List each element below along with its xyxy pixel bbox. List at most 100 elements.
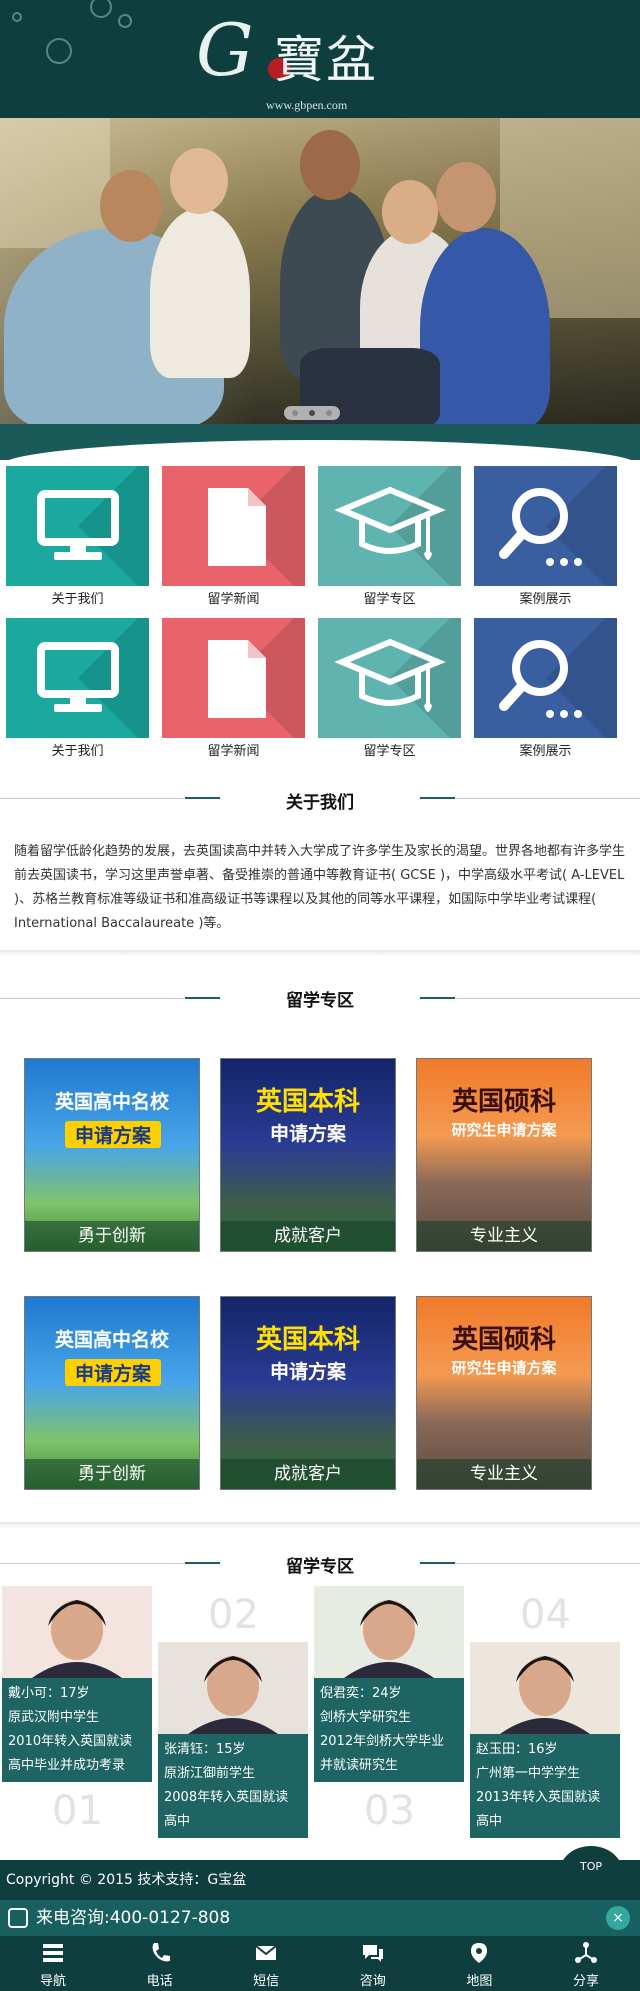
call-bar[interactable]: 来电咨询:400-0127-808 ×: [0, 1900, 640, 1936]
map-pin-icon: [467, 1941, 491, 1965]
phone-icon: [148, 1941, 172, 1965]
tile-label[interactable]: 留学新闻: [162, 740, 305, 759]
site-logo[interactable]: G 寶盆 www.gbpen.com: [196, 8, 416, 114]
student-card[interactable]: 戴小可：17岁 原武汉附中学生 2010年转入英国就读 高中毕业并成功考录: [2, 1586, 152, 1792]
nav-item-label: 导航: [39, 1974, 66, 1989]
program-card[interactable]: 英国硕科 研究生申请方案 专业主义: [416, 1058, 592, 1252]
program-card[interactable]: 英国硕科 研究生申请方案 专业主义: [416, 1296, 592, 1490]
tile-document[interactable]: [162, 618, 305, 738]
banner-building: [0, 118, 110, 248]
tile-label[interactable]: 案例展示: [474, 588, 617, 607]
nav-item-menu[interactable]: 导航: [0, 1936, 106, 1991]
page: G 寶盆 www.gbpen.com 关于我们 留学新闻 留学专区 案例展示 关于我们留…: [0, 0, 640, 1991]
student-info-line: 赵玉田：16岁: [476, 1742, 558, 1757]
hero-banner[interactable]: [0, 118, 640, 430]
banner-person: [150, 208, 250, 378]
tile-label[interactable]: 留学专区: [318, 588, 461, 607]
tile-search[interactable]: [474, 618, 617, 738]
nav-item-label: 地图: [466, 1974, 493, 1989]
student-info: 张清钰：15岁 原浙江御前学生 2008年转入英国就读 高中: [158, 1734, 308, 1838]
tile-label[interactable]: 案例展示: [474, 740, 617, 759]
program-caption: 专业主义: [417, 1221, 591, 1251]
nav-item-map-pin[interactable]: 地图: [426, 1936, 532, 1991]
student-info-line: 原浙江御前学生: [164, 1766, 256, 1781]
program-banner-text: 英国本科: [255, 1087, 360, 1117]
student-info-line: 2012年剑桥大学毕业: [320, 1734, 445, 1749]
banner-person-head: [382, 180, 438, 244]
student-card[interactable]: 倪君奕：24岁 剑桥大学研究生 2012年剑桥大学毕业 并就读研究生: [314, 1586, 464, 1792]
student-photo: [158, 1642, 308, 1734]
close-icon[interactable]: ×: [606, 1906, 630, 1930]
logo-url: www.gbpen.com: [266, 98, 348, 112]
tile-monitor[interactable]: [6, 618, 149, 738]
tile-label[interactable]: 留学专区: [318, 740, 461, 759]
student-info-line: 高中: [476, 1814, 503, 1829]
slider-dot[interactable]: [326, 410, 332, 416]
program-card[interactable]: 英国本科 申请方案 成就客户: [220, 1296, 396, 1490]
tile-label[interactable]: 留学新闻: [162, 588, 305, 607]
student-info: 戴小可：17岁 原武汉附中学生 2010年转入英国就读 高中毕业并成功考录: [2, 1678, 152, 1782]
tile-monitor[interactable]: [6, 466, 149, 586]
bottom-nav: 导航 电话 短信 咨询 地图 分享: [0, 1936, 640, 1991]
student-photo: [470, 1642, 620, 1734]
banner-person-head: [436, 162, 496, 232]
decor-bubble: [12, 12, 22, 22]
student-card[interactable]: 赵玉田：16岁 广州第一中学学生 2013年转入英国就读 高中: [470, 1642, 620, 1842]
student-info-line: 2010年转入英国就读: [8, 1734, 133, 1749]
nav-item-chat[interactable]: 咨询: [320, 1936, 426, 1991]
program-banner-text: 英国高中名校: [54, 1329, 169, 1351]
program-caption: 成就客户: [221, 1221, 395, 1251]
student-info-line: 剑桥大学研究生: [320, 1710, 412, 1725]
banner-person-head: [100, 170, 162, 242]
student-info: 赵玉田：16岁 广州第一中学学生 2013年转入英国就读 高中: [470, 1734, 620, 1838]
tile-graduation-cap[interactable]: [318, 618, 461, 738]
nav-item-share[interactable]: 分享: [533, 1936, 639, 1991]
program-banner-text: 英国硕科: [451, 1087, 556, 1117]
nav-item-label: 电话: [146, 1974, 173, 1989]
site-header: G 寶盆 www.gbpen.com: [0, 0, 640, 118]
nav-item-envelope[interactable]: 短信: [213, 1936, 319, 1991]
banner-person-head: [170, 148, 228, 214]
student-info: 倪君奕：24岁 剑桥大学研究生 2012年剑桥大学毕业 并就读研究生: [314, 1678, 464, 1782]
tile-graduation-cap[interactable]: [318, 466, 461, 586]
program-banner-text: 英国硕科: [451, 1325, 556, 1355]
logo-letter: G: [196, 8, 254, 92]
student-info-line: 高中: [164, 1814, 191, 1829]
about-title: 关于我们: [286, 793, 354, 813]
program-banner-text: 英国本科: [255, 1325, 360, 1355]
student-info-line: 2013年转入英国就读: [476, 1790, 601, 1805]
nav-item-phone[interactable]: 电话: [107, 1936, 213, 1991]
tile-label[interactable]: 关于我们: [6, 588, 149, 607]
back-to-top-button[interactable]: TOP: [560, 1846, 622, 1896]
nav-item-label: 短信: [253, 1974, 280, 1989]
student-info-line: 倪君奕：24岁: [320, 1686, 402, 1701]
student-info-line: 原武汉附中学生: [8, 1710, 100, 1725]
footer-copyright: Copyright © 2015 技术支持：G宝盆: [0, 1860, 640, 1900]
call-label: 来电咨询:: [36, 1908, 110, 1928]
student-info-line: 高中毕业并成功考录: [8, 1758, 126, 1773]
slider-dot[interactable]: [292, 410, 298, 416]
program-card[interactable]: 英国高中名校 申请方案 勇于创新: [24, 1058, 200, 1252]
tile-search[interactable]: [474, 466, 617, 586]
about-text: 随着留学低龄化趋势的发展，去英国读高中并转入大学成了许多学生及家长的渴望。世界各…: [14, 844, 626, 931]
share-icon: [574, 1941, 598, 1965]
student-info-line: 张清钰：15岁: [164, 1742, 246, 1757]
decor-bubble: [46, 38, 72, 64]
slider-dot-active[interactable]: [309, 410, 315, 416]
tile-document[interactable]: [162, 466, 305, 586]
student-card[interactable]: 张清钰：15岁 原浙江御前学生 2008年转入英国就读 高中: [158, 1642, 308, 1842]
student-number: 02: [208, 1592, 259, 1638]
program-card[interactable]: 英国高中名校 申请方案 勇于创新: [24, 1296, 200, 1490]
phone-icon: [8, 1908, 28, 1928]
student-number: 04: [520, 1592, 571, 1638]
program-card[interactable]: 英国本科 申请方案 成就客户: [220, 1058, 396, 1252]
program-banner-sub: 研究生申请方案: [451, 1359, 557, 1377]
decor-bubble: [118, 14, 132, 28]
program-banner-sub: 申请方案: [269, 1361, 346, 1383]
slider-dots: [284, 406, 340, 420]
nav-item-label: 咨询: [359, 1974, 386, 1989]
call-phone[interactable]: 400-0127-808: [110, 1908, 230, 1928]
student-info-line: 戴小可：17岁: [8, 1686, 90, 1701]
program-caption: 勇于创新: [25, 1459, 199, 1489]
tile-label[interactable]: 关于我们: [6, 740, 149, 759]
